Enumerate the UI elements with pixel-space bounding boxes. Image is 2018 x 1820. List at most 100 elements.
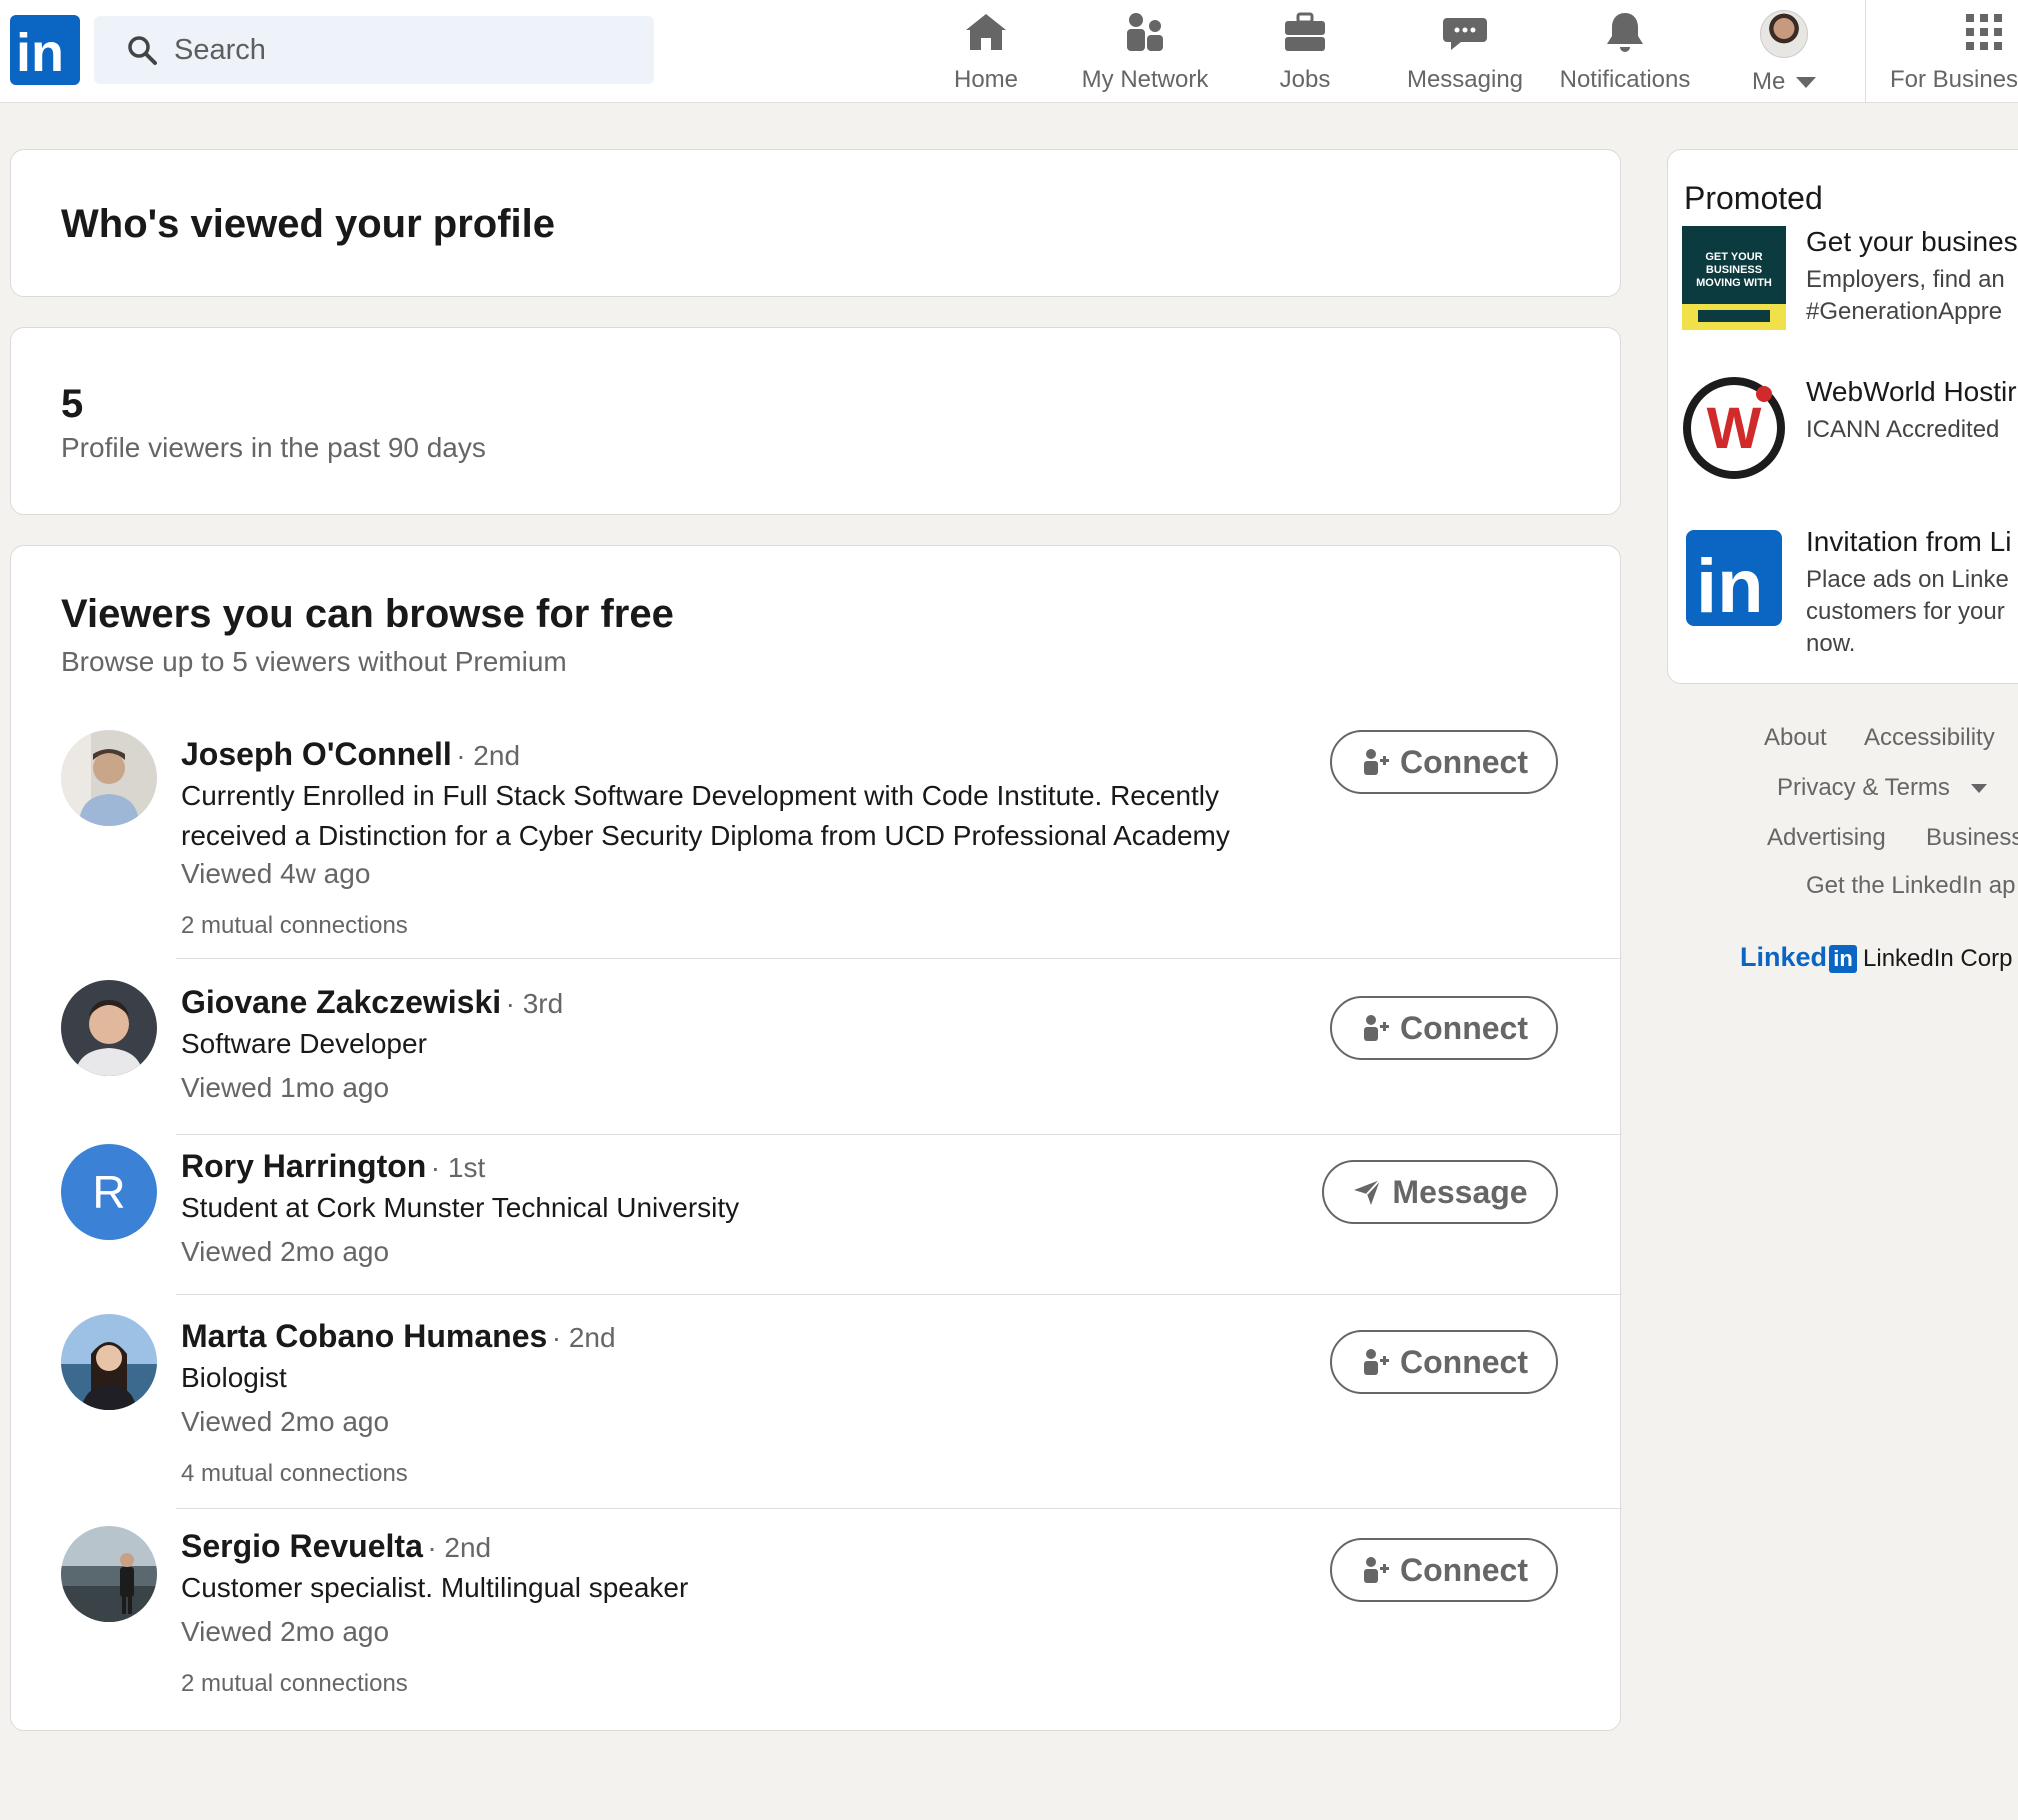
viewed-time: Viewed 2mo ago bbox=[181, 1616, 390, 1647]
avatar[interactable] bbox=[61, 1314, 157, 1410]
viewer-row[interactable]: Giovane Zakczewiski · 3rd Software Devel… bbox=[11, 980, 1622, 1140]
connection-degree: · 1st bbox=[430, 1152, 486, 1183]
chevron-down-icon bbox=[1970, 783, 1987, 793]
avatar[interactable]: R bbox=[61, 1144, 157, 1240]
viewer-headline: Customer specialist. Multilingual speake… bbox=[181, 1572, 689, 1603]
ad-thumbnail[interactable]: GET YOUR BUSINESS MOVING WITH bbox=[1682, 226, 1786, 330]
viewer-headline: Student at Cork Munster Technical Univer… bbox=[181, 1192, 740, 1223]
viewer-row[interactable]: Marta Cobano Humanes · 2nd Biologist Vie… bbox=[11, 1300, 1622, 1510]
viewer-headline: Software Developer bbox=[181, 1028, 427, 1059]
add-person-icon bbox=[1364, 1349, 1389, 1375]
connect-button-label: Connect bbox=[1400, 1551, 1528, 1588]
nav-label: Home bbox=[953, 66, 1019, 93]
mutual-connections[interactable]: 4 mutual connections bbox=[181, 1460, 408, 1488]
message-button[interactable]: Message bbox=[1322, 1160, 1558, 1224]
nav-me[interactable]: Me bbox=[1746, 10, 1822, 96]
divider bbox=[176, 1134, 1622, 1135]
grid-icon bbox=[1966, 14, 2002, 50]
mutual-connections[interactable]: 2 mutual connections bbox=[181, 912, 408, 940]
connect-button[interactable]: Connect bbox=[1330, 730, 1558, 794]
network-icon bbox=[1127, 13, 1163, 51]
viewer-row[interactable]: Joseph O'Connell · 2nd Currently Enrolle… bbox=[11, 730, 1622, 960]
footer-get-app[interactable]: Get the LinkedIn ap bbox=[1806, 872, 2015, 900]
linkedin-logo-icon[interactable]: in bbox=[10, 15, 80, 85]
connection-degree: · 3rd bbox=[505, 988, 564, 1019]
footer-brand: Linked in LinkedIn Corp bbox=[1740, 942, 2012, 973]
nav-notifications[interactable]: Notifications bbox=[1550, 10, 1700, 96]
viewer-count-description: Profile viewers in the past 90 days bbox=[61, 432, 486, 463]
nav-me-label-wrap: Me bbox=[1746, 68, 1822, 96]
avatar[interactable] bbox=[61, 980, 157, 1076]
viewer-name-line: Sergio Revuelta · 2nd bbox=[181, 1528, 491, 1565]
viewed-time: Viewed 2mo ago bbox=[181, 1406, 390, 1437]
viewer-name[interactable]: Rory Harrington bbox=[181, 1148, 426, 1184]
messaging-icon bbox=[1443, 18, 1487, 50]
nav-for-business[interactable]: For Busines bbox=[1890, 10, 2018, 96]
title-card: Who's viewed your profile bbox=[10, 149, 1621, 297]
bell-icon bbox=[1607, 13, 1643, 52]
avatar bbox=[1760, 10, 1808, 58]
mutual-connections[interactable]: 2 mutual connections bbox=[181, 1670, 408, 1698]
connect-button[interactable]: Connect bbox=[1330, 1330, 1558, 1394]
viewer-name[interactable]: Giovane Zakczewiski bbox=[181, 984, 501, 1020]
add-person-icon bbox=[1364, 749, 1389, 775]
nav-label: Me bbox=[1751, 68, 1786, 95]
viewers-card: Viewers you can browse for free Browse u… bbox=[10, 545, 1622, 1731]
ad-title[interactable]: WebWorld Hostir bbox=[1806, 376, 2017, 408]
home-icon bbox=[966, 14, 1006, 50]
viewer-headline: Biologist bbox=[181, 1362, 287, 1393]
ad-text: Place ads on Linke customers for your no… bbox=[1806, 566, 2009, 657]
search-placeholder: Search bbox=[174, 34, 266, 66]
nav-messaging[interactable]: Messaging bbox=[1400, 10, 1530, 96]
add-person-icon bbox=[1364, 1015, 1389, 1041]
viewer-name-line: Marta Cobano Humanes · 2nd bbox=[181, 1318, 616, 1355]
svg-text:MOVING WITH: MOVING WITH bbox=[1696, 277, 1772, 289]
top-nav: in Search Home My Network Jobs Messaging… bbox=[0, 0, 2018, 103]
viewer-name-line: Giovane Zakczewiski · 3rd bbox=[181, 984, 563, 1021]
viewer-row[interactable]: R Rory Harrington · 1st Student at Cork … bbox=[11, 1140, 1622, 1300]
avatar[interactable] bbox=[61, 1526, 157, 1622]
briefcase-icon bbox=[1285, 12, 1325, 51]
nav-my-network[interactable]: My Network bbox=[1070, 10, 1220, 96]
viewer-headline: Currently Enrolled in Full Stack Softwar… bbox=[181, 780, 1230, 851]
viewer-row[interactable]: Sergio Revuelta · 2nd Customer specialis… bbox=[11, 1510, 1622, 1720]
section-title: Viewers you can browse for free bbox=[61, 592, 674, 636]
viewer-name-line: Joseph O'Connell · 2nd bbox=[181, 736, 520, 773]
footer-business[interactable]: Business bbox=[1926, 824, 2018, 852]
nav-label: Notifications bbox=[1559, 66, 1691, 93]
footer-privacy-terms[interactable]: Privacy & Terms bbox=[1777, 774, 1987, 802]
webworld-logo[interactable]: W bbox=[1682, 376, 1786, 480]
linkedin-ad-logo-icon[interactable]: in bbox=[1682, 526, 1786, 630]
chevron-down-icon bbox=[1796, 76, 1816, 88]
nav-jobs[interactable]: Jobs bbox=[1260, 10, 1350, 96]
footer-accessibility[interactable]: Accessibility bbox=[1864, 724, 1995, 752]
footer-about[interactable]: About bbox=[1764, 724, 1827, 752]
avatar[interactable] bbox=[61, 730, 157, 826]
viewed-time: Viewed 4w ago bbox=[181, 858, 371, 889]
footer-corp: LinkedIn Corp bbox=[1863, 945, 2013, 972]
connect-button[interactable]: Connect bbox=[1330, 1538, 1558, 1602]
section-subtitle: Browse up to 5 viewers without Premium bbox=[61, 646, 567, 677]
viewer-name[interactable]: Joseph O'Connell bbox=[181, 736, 452, 772]
search-icon bbox=[128, 36, 157, 65]
page-title: Who's viewed your profile bbox=[61, 202, 556, 246]
viewer-name[interactable]: Sergio Revuelta bbox=[181, 1528, 423, 1564]
footer-advertising[interactable]: Advertising bbox=[1767, 824, 1886, 852]
connect-button-label: Connect bbox=[1400, 1009, 1528, 1046]
nav-label: Messaging bbox=[1406, 66, 1524, 93]
search-input[interactable]: Search bbox=[94, 16, 654, 84]
ad-text: ICANN Accredited bbox=[1806, 416, 2000, 443]
nav-home[interactable]: Home bbox=[934, 10, 1038, 96]
ad-title[interactable]: Invitation from Li bbox=[1806, 526, 2011, 558]
nav-label: For Busines bbox=[1890, 66, 2018, 93]
connect-button[interactable]: Connect bbox=[1330, 996, 1558, 1060]
svg-text:W: W bbox=[1707, 396, 1762, 461]
nav-label: My Network bbox=[1081, 66, 1209, 93]
linkedin-in-icon: in bbox=[1829, 945, 1858, 973]
viewer-name[interactable]: Marta Cobano Humanes bbox=[181, 1318, 547, 1354]
ad-title[interactable]: Get your busines bbox=[1806, 226, 2018, 258]
connect-button-label: Connect bbox=[1400, 1343, 1528, 1380]
message-button-label: Message bbox=[1392, 1173, 1528, 1210]
viewed-time: Viewed 1mo ago bbox=[181, 1072, 390, 1103]
divider bbox=[176, 1294, 1622, 1295]
